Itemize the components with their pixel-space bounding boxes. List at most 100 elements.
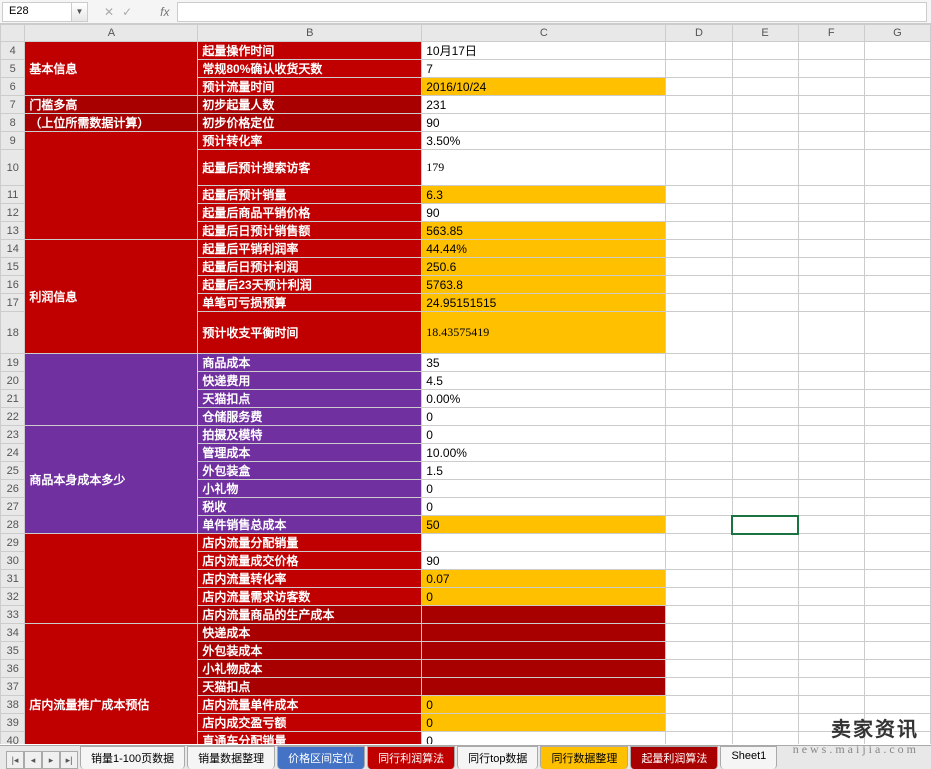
row-header[interactable]: 13 [1, 222, 25, 240]
cell[interactable] [798, 276, 864, 294]
cell[interactable] [798, 204, 864, 222]
cell[interactable] [732, 516, 798, 534]
cell[interactable] [798, 132, 864, 150]
field-label[interactable]: 直通车分配销量 [198, 732, 422, 745]
row-header[interactable]: 19 [1, 354, 25, 372]
cell[interactable] [864, 78, 930, 96]
row-header[interactable]: 37 [1, 678, 25, 696]
field-value[interactable]: 231 [422, 96, 666, 114]
cell[interactable] [864, 114, 930, 132]
cell[interactable] [666, 42, 732, 60]
field-value[interactable]: 2016/10/24 [422, 78, 666, 96]
field-label[interactable]: 外包装盒 [198, 462, 422, 480]
field-label[interactable]: 起量后商品平销价格 [198, 204, 422, 222]
cell[interactable] [666, 240, 732, 258]
cell[interactable] [798, 444, 864, 462]
row-header[interactable]: 25 [1, 462, 25, 480]
cell[interactable] [732, 96, 798, 114]
cell[interactable] [732, 696, 798, 714]
field-label[interactable]: 店内流量转化率 [198, 570, 422, 588]
field-label[interactable]: 天猫扣点 [198, 390, 422, 408]
field-value[interactable]: 179 [422, 150, 666, 186]
cancel-icon[interactable]: ✕ [100, 5, 118, 19]
cell[interactable] [798, 570, 864, 588]
cell[interactable] [666, 498, 732, 516]
cell[interactable] [732, 150, 798, 186]
section-label[interactable]: （上位所需数据计算） [25, 114, 198, 132]
row-header[interactable]: 18 [1, 312, 25, 354]
cell[interactable] [864, 534, 930, 552]
cell[interactable] [732, 294, 798, 312]
cell[interactable] [798, 696, 864, 714]
section-label[interactable]: 基本信息 [25, 42, 198, 96]
cell[interactable] [864, 354, 930, 372]
row-header[interactable]: 6 [1, 78, 25, 96]
row-header[interactable]: 26 [1, 480, 25, 498]
field-label[interactable]: 起量后预计销量 [198, 186, 422, 204]
cell[interactable] [864, 240, 930, 258]
cell[interactable] [666, 408, 732, 426]
cell[interactable] [798, 222, 864, 240]
field-value[interactable]: 90 [422, 114, 666, 132]
cell[interactable] [798, 150, 864, 186]
cell[interactable] [798, 42, 864, 60]
cell[interactable] [798, 312, 864, 354]
field-label[interactable]: 起量后平销利润率 [198, 240, 422, 258]
field-value[interactable]: 0 [422, 426, 666, 444]
field-label[interactable]: 小礼物成本 [198, 660, 422, 678]
cell[interactable] [666, 372, 732, 390]
section-label[interactable]: 门槛多高 [25, 96, 198, 114]
cell[interactable] [798, 534, 864, 552]
field-value[interactable]: 50 [422, 516, 666, 534]
cell[interactable] [864, 660, 930, 678]
cell[interactable] [732, 204, 798, 222]
cell[interactable] [798, 660, 864, 678]
row-header[interactable]: 23 [1, 426, 25, 444]
cell[interactable] [864, 390, 930, 408]
row-header[interactable]: 4 [1, 42, 25, 60]
field-value[interactable]: 24.95151515 [422, 294, 666, 312]
fx-button[interactable]: fx [156, 2, 173, 22]
cell[interactable] [864, 258, 930, 276]
field-value[interactable] [422, 606, 666, 624]
cell[interactable] [666, 390, 732, 408]
cell[interactable] [864, 372, 930, 390]
field-label[interactable]: 税收 [198, 498, 422, 516]
field-value[interactable]: 250.6 [422, 258, 666, 276]
field-value[interactable]: 10月17日 [422, 42, 666, 60]
cell[interactable] [732, 42, 798, 60]
cell[interactable] [864, 444, 930, 462]
field-label[interactable]: 预计收支平衡时间 [198, 312, 422, 354]
cell[interactable] [798, 294, 864, 312]
cell[interactable] [864, 294, 930, 312]
sheet-tab[interactable]: 销量1-100页数据 [80, 746, 185, 769]
field-label[interactable]: 店内流量需求访客数 [198, 588, 422, 606]
col-header-D[interactable]: D [666, 25, 732, 42]
cell[interactable] [666, 462, 732, 480]
cell[interactable] [666, 294, 732, 312]
row-header[interactable]: 15 [1, 258, 25, 276]
cell[interactable] [666, 354, 732, 372]
field-value[interactable]: 3.50% [422, 132, 666, 150]
name-box[interactable]: E28 [2, 2, 72, 22]
field-value[interactable]: 4.5 [422, 372, 666, 390]
row-header[interactable]: 12 [1, 204, 25, 222]
cell[interactable] [732, 354, 798, 372]
cell[interactable] [798, 258, 864, 276]
col-header-F[interactable]: F [798, 25, 864, 42]
cell[interactable] [798, 642, 864, 660]
cell[interactable] [864, 678, 930, 696]
cell[interactable] [864, 696, 930, 714]
name-box-dropdown[interactable]: ▼ [72, 2, 88, 22]
cell[interactable] [666, 570, 732, 588]
row-header[interactable]: 33 [1, 606, 25, 624]
cell[interactable] [798, 186, 864, 204]
cell[interactable] [666, 114, 732, 132]
cell[interactable] [864, 186, 930, 204]
cell[interactable] [864, 642, 930, 660]
field-value[interactable]: 90 [422, 552, 666, 570]
field-label[interactable]: 外包装成本 [198, 642, 422, 660]
cell[interactable] [798, 606, 864, 624]
cell[interactable] [798, 354, 864, 372]
cell[interactable] [798, 114, 864, 132]
